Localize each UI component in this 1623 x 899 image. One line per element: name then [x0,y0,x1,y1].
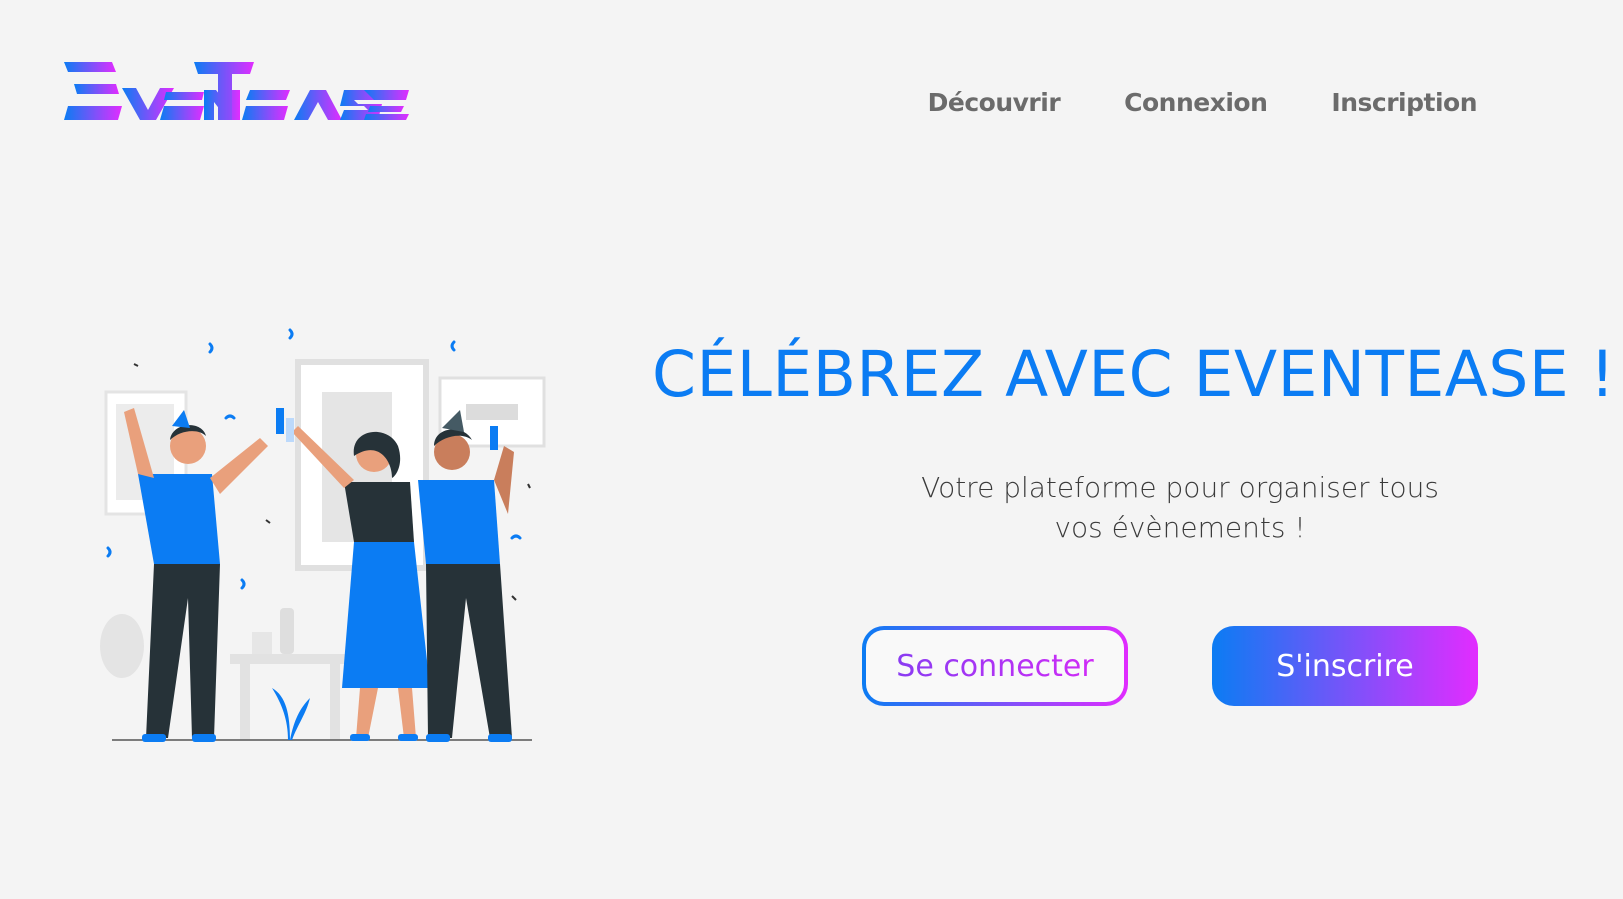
hero-subtitle-line1: Votre plateforme pour organiser tous [921,471,1439,504]
nav-link-inscription[interactable]: Inscription [1331,88,1477,117]
signup-button[interactable]: S'inscrire [1212,626,1478,706]
landing-page: Découvrir Connexion Inscription CÉLÉBREZ… [0,0,1623,899]
nav-link-decouvrir[interactable]: Découvrir [928,88,1061,117]
hero-subtitle-line2: vos évènements ! [1054,511,1306,544]
hero-subtitle: Votre plateforme pour organiser tous vos… [880,468,1480,548]
party-celebration-illustration [100,328,546,742]
login-button-label: Se connecter [896,648,1094,684]
eventease-logo[interactable] [64,60,409,126]
hero-title: CÉLÉBREZ AVEC EVENTEASE ! [652,338,1616,411]
signup-button-label: S'inscrire [1276,648,1414,684]
main-nav: Découvrir Connexion Inscription [928,88,1478,117]
nav-link-connexion[interactable]: Connexion [1124,88,1268,117]
login-button[interactable]: Se connecter [862,626,1128,706]
